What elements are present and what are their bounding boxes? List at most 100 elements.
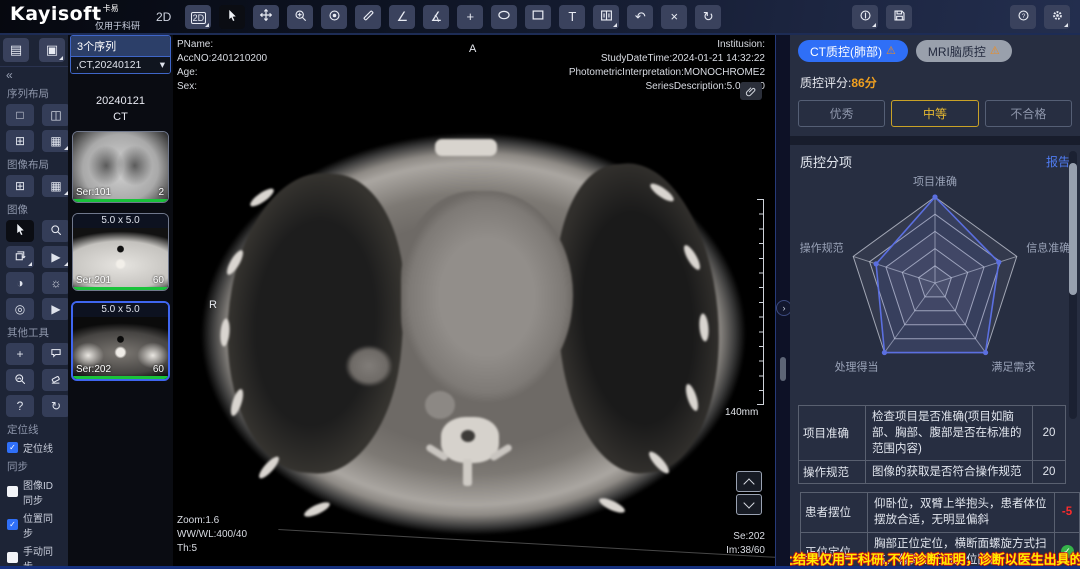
previous-slice-button[interactable] <box>736 471 762 492</box>
qc-score-value: 86分 <box>851 76 876 90</box>
checkbox-label: 定位线 <box>23 440 53 455</box>
img-layout-2x2-icon: ⊞ <box>15 179 25 193</box>
locator-checkbox-row[interactable]: 定位线 <box>0 438 68 456</box>
dropdown-chevron-icon: ▾ <box>160 59 165 71</box>
image-count-label: 60 <box>153 364 164 375</box>
toolbar-button-cobb-angle[interactable]: ∡ <box>423 5 449 29</box>
img-layout-3x3-icon: ▦ <box>50 179 61 193</box>
section-label: 图像 <box>0 199 68 218</box>
attachment-button[interactable] <box>740 82 762 100</box>
toolbar-button-ellipse-roi[interactable] <box>491 5 517 29</box>
toolbar-button-cursor[interactable] <box>219 5 245 29</box>
tool-button-brightness[interactable]: ☼ <box>42 272 68 294</box>
qc-table-row: 操作规范图像的获取是否符合操作规范20 <box>798 461 1066 484</box>
slice-scrollbar-thumb[interactable] <box>780 357 786 381</box>
tool-button-flip-rotate[interactable] <box>6 246 34 268</box>
target-icon: ◎ <box>15 302 25 316</box>
tool-button-layout-3x3[interactable]: ▦ <box>42 130 68 152</box>
tool-button-img-layout-3x3[interactable]: ▦ <box>42 175 68 197</box>
toolbar-button-series-list[interactable]: ▤ <box>3 38 29 62</box>
checkbox-icon <box>7 486 18 497</box>
2d-layout-icon: 2D <box>191 9 207 24</box>
toolbar-button-window-level[interactable] <box>321 5 347 29</box>
tool-button-img-layout-2x2[interactable]: ⊞ <box>6 175 34 197</box>
grade-fail-button[interactable]: 不合格 <box>985 100 1072 127</box>
qc-item-description: 图像的获取是否符合操作规范 <box>866 461 1033 483</box>
tool-grid: ⊞▦ <box>0 173 68 199</box>
toolbar-button-angle-measure[interactable]: ∠ <box>389 5 415 29</box>
toolbar-button-text-annotation[interactable]: T <box>559 5 585 29</box>
svg-text:项目准确: 项目准确 <box>913 175 957 188</box>
expand-panel-icon: › <box>783 303 786 313</box>
warning-icon: ⚠ <box>886 46 896 57</box>
window-level-icon <box>328 9 341 25</box>
checkbox-icon <box>7 519 18 530</box>
sync-checkbox-row[interactable]: 手动同步 <box>0 541 68 566</box>
toolbar-button-save[interactable] <box>886 5 912 29</box>
image-viewport[interactable]: PName: AccNO:2401210200 Age: Sex: Instit… <box>173 33 775 566</box>
series-thumbnail-101[interactable]: Ser:101 2 <box>72 131 169 203</box>
series-thumbnail-201[interactable]: 5.0 x 5.0 Ser:201 60 <box>72 213 169 291</box>
toolbar-button-pan[interactable] <box>253 5 279 29</box>
tool-button-cursor[interactable] <box>6 220 34 242</box>
info-icon <box>859 9 872 25</box>
svg-text:操作规范: 操作规范 <box>800 240 844 254</box>
svg-text:满足需求: 满足需求 <box>991 361 1035 374</box>
tab-ct-lung-qc[interactable]: CT质控(肺部) ⚠ <box>798 40 908 62</box>
grade-excellent-button[interactable]: 优秀 <box>798 100 885 127</box>
tool-button-invert[interactable]: ◑ <box>6 272 34 294</box>
toolbar-button-length-measure[interactable] <box>355 5 381 29</box>
toolbar-button-undo[interactable]: ↶ <box>627 5 653 29</box>
study-dropdown[interactable]: ,CT,20240121 ▾ <box>71 56 170 73</box>
tab-mri-brain-qc[interactable]: MRI脑质控 ⚠ <box>916 40 1012 62</box>
tool-button-magnify[interactable] <box>42 220 68 242</box>
tool-button-layout-2x2[interactable]: ⊞ <box>6 130 34 152</box>
tool-button-cine-play[interactable]: ▶ <box>42 246 68 268</box>
tool-button-layout-1x1[interactable]: □ <box>6 104 34 126</box>
toolbar-button-help[interactable]: ? <box>1010 5 1036 29</box>
toolbar-button-series-compare[interactable] <box>593 5 619 29</box>
svg-text:信息准确: 信息准确 <box>1026 240 1070 254</box>
toolbar-button-delete-annotation[interactable]: × <box>661 5 687 29</box>
toolbar-button-zoom-in[interactable] <box>287 5 313 29</box>
overlay-study-info: Institusion: StudyDateTime:2024-01-21 14… <box>569 38 765 94</box>
ct-axial-image <box>173 33 775 566</box>
tool-button-delete[interactable]: ? <box>6 395 34 417</box>
series-thumbnail-202-selected[interactable]: 5.0 x 5.0 Ser:202 60 <box>71 301 170 381</box>
toolbar-button-settings[interactable] <box>1044 5 1070 29</box>
toolbar-button-2d-layout[interactable]: 2D <box>185 5 211 29</box>
toolbar-button-info[interactable] <box>852 5 878 29</box>
tool-button-layout-1x2[interactable]: ◫ <box>42 104 68 126</box>
tool-button-play[interactable]: ▶ <box>42 298 68 320</box>
tool-button-reset[interactable]: ↻ <box>42 395 68 417</box>
toolbar-button-probe[interactable]: + <box>457 5 483 29</box>
qc-item-name: 患者摆位 <box>801 493 868 531</box>
layout-2x2-icon: ⊞ <box>15 134 25 148</box>
image-count-label: 60 <box>153 275 164 286</box>
magnifier-glass-icon <box>14 373 26 388</box>
qc-scrollbar-thumb[interactable] <box>1069 163 1077 295</box>
tool-button-magnifier-glass[interactable] <box>6 369 34 391</box>
reset-icon: ↻ <box>703 9 714 25</box>
tool-button-target[interactable]: ◎ <box>6 298 34 320</box>
toolbar-button-report[interactable]: ▣ <box>39 38 65 62</box>
series-compare-icon <box>600 9 613 25</box>
tool-button-crosshair[interactable]: + <box>6 343 34 365</box>
series-list-icon: ▤ <box>10 42 22 58</box>
corner-expand-mark <box>59 56 63 60</box>
next-slice-button[interactable] <box>736 494 762 515</box>
grade-medium-button[interactable]: 中等 <box>891 100 978 127</box>
qc-table-row: 项目准确检查项目是否准确(项目如脑部、胸部、腹部是否在标准的范围内容)20 <box>798 405 1066 461</box>
toolbar-button-reset[interactable]: ↻ <box>695 5 721 29</box>
toolbar-button-rect-roi[interactable] <box>525 5 551 29</box>
sync-checkbox-row[interactable]: 图像ID同步 <box>0 475 68 508</box>
image-count-label: 2 <box>158 187 164 198</box>
tool-button-eraser[interactable] <box>42 369 68 391</box>
length-measure-icon <box>362 9 375 25</box>
report-link[interactable]: 报告 <box>1046 153 1070 170</box>
qc-score-table: 项目准确检查项目是否准确(项目如脑部、胸部、腹部是否在标准的范围内容)20操作规… <box>798 405 1066 484</box>
locator-section-label: 定位线 <box>0 419 68 438</box>
sync-checkbox-row[interactable]: 位置同步 <box>0 508 68 541</box>
collapse-sidebar-button[interactable]: « <box>0 67 68 83</box>
tool-button-annotation-bubble[interactable] <box>42 343 68 365</box>
